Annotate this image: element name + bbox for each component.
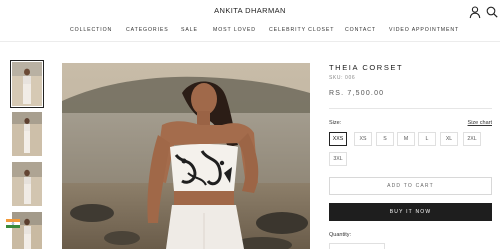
quantity-label: Quantity: [329, 232, 352, 238]
size-option-l[interactable]: L [418, 132, 436, 146]
product-main-image[interactable] [62, 63, 310, 249]
size-option-xs[interactable]: XS [354, 132, 372, 146]
main-nav: COLLECTION CATEGORIES SALE MOST LOVED CE… [60, 27, 460, 37]
product-price: RS. 7,500.00 [329, 90, 385, 97]
size-label: Size: [329, 120, 342, 126]
nav-item-collection[interactable]: COLLECTION [70, 27, 112, 33]
size-option-3xl[interactable]: 3XL [329, 152, 347, 166]
nav-item-celebrity-closet[interactable]: CELEBRITY CLOSET [269, 27, 334, 33]
buy-now-button[interactable]: BUY IT NOW [329, 203, 492, 221]
size-chart-link[interactable]: Size chart [468, 120, 492, 126]
site-header: ANKITA DHARMAN COLLECTION CATEGORIES SAL… [0, 0, 500, 42]
nav-item-most-loved[interactable]: MOST LOVED [213, 27, 256, 33]
size-option-m[interactable]: M [397, 132, 415, 146]
thumbnail-1[interactable] [10, 60, 44, 108]
nav-item-categories[interactable]: CATEGORIES [126, 27, 169, 33]
nav-item-video-appointment[interactable]: VIDEO APPOINTMENT [389, 27, 459, 33]
account-icon[interactable] [468, 5, 482, 19]
thumbnail-2[interactable] [12, 112, 42, 156]
product-title: THEIA CORSET [329, 63, 404, 72]
thumbnail-4[interactable] [12, 212, 42, 249]
brand-logo[interactable]: ANKITA DHARMAN [0, 6, 500, 15]
size-option-xxs[interactable]: XXS [329, 132, 347, 146]
quantity-stepper[interactable] [329, 243, 385, 249]
size-option-2xl[interactable]: 2XL [463, 132, 481, 146]
product-sku: SKU: 006 [329, 75, 356, 81]
add-to-cart-button[interactable]: ADD TO CART [329, 177, 492, 195]
size-option-s[interactable]: S [376, 132, 394, 146]
nav-item-sale[interactable]: SALE [181, 27, 198, 33]
nav-item-contact[interactable]: CONTACT [345, 27, 376, 33]
divider [329, 108, 492, 109]
search-icon[interactable] [485, 5, 499, 19]
india-flag-icon[interactable] [6, 219, 20, 228]
size-option-xl[interactable]: XL [440, 132, 458, 146]
thumbnail-3[interactable] [12, 162, 42, 206]
